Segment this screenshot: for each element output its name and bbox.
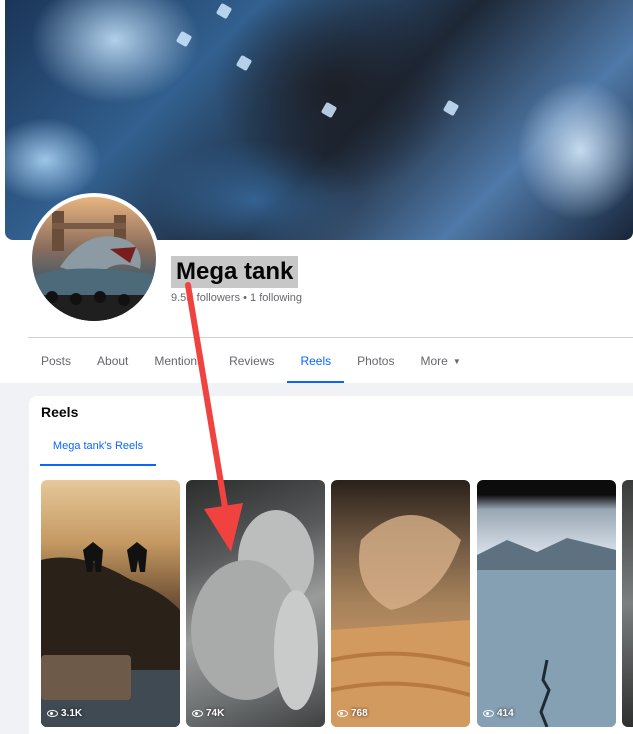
- reel-image: [331, 515, 470, 727]
- avatar[interactable]: [32, 197, 156, 321]
- reel-thumbnail[interactable]: 414: [477, 480, 616, 727]
- eye-icon: [47, 710, 58, 717]
- reels-section: Reels Mega tank's Reels 3.1K 74K 768 414: [29, 396, 633, 734]
- reel-image: [477, 538, 616, 727]
- view-count-value: 3.1K: [61, 708, 83, 719]
- tab-more[interactable]: More ▼: [407, 338, 473, 383]
- view-count-value: 414: [497, 708, 514, 719]
- view-count: 414: [483, 708, 514, 719]
- view-count: 74K: [192, 708, 224, 719]
- reel-thumbnail[interactable]: 768: [331, 480, 470, 727]
- view-count: 3.1K: [47, 708, 82, 719]
- tab-more-label: More: [420, 354, 448, 368]
- section-title: Reels: [41, 404, 79, 420]
- ice-shard-decoration: [320, 101, 338, 119]
- caret-down-icon: ▼: [452, 357, 461, 366]
- reel-image: [191, 510, 318, 710]
- view-count-value: 768: [351, 708, 368, 719]
- tab-mentions[interactable]: Mentions: [141, 338, 216, 383]
- tab-photos[interactable]: Photos: [344, 338, 407, 383]
- tab-about[interactable]: About: [84, 338, 141, 383]
- tab-posts[interactable]: Posts: [28, 338, 84, 383]
- follower-stats[interactable]: 9.5K followers • 1 following: [171, 291, 302, 305]
- view-count: 768: [337, 708, 368, 719]
- view-count-value: 74K: [206, 708, 225, 719]
- tab-reels[interactable]: Reels: [287, 338, 345, 383]
- reel-thumbnail-partial[interactable]: [622, 480, 633, 727]
- eye-icon: [337, 710, 348, 717]
- eye-icon: [483, 710, 494, 717]
- tab-mega-tank-reels[interactable]: Mega tank's Reels: [40, 428, 156, 466]
- ice-shard-decoration: [442, 99, 460, 117]
- reel-thumbnail[interactable]: 3.1K: [41, 480, 180, 727]
- reel-thumbnail[interactable]: 74K: [186, 480, 325, 727]
- tab-reviews[interactable]: Reviews: [216, 338, 287, 383]
- ice-shard-decoration: [235, 54, 253, 72]
- ice-shard-decoration: [215, 2, 233, 20]
- page-title[interactable]: Mega tank: [171, 256, 299, 288]
- avatar-shark-image: [32, 211, 156, 321]
- ice-shard-decoration: [175, 30, 193, 48]
- profile-tabs: Posts About Mentions Reviews Reels Photo…: [28, 338, 474, 383]
- eye-icon: [192, 710, 203, 717]
- reel-image: [41, 542, 180, 727]
